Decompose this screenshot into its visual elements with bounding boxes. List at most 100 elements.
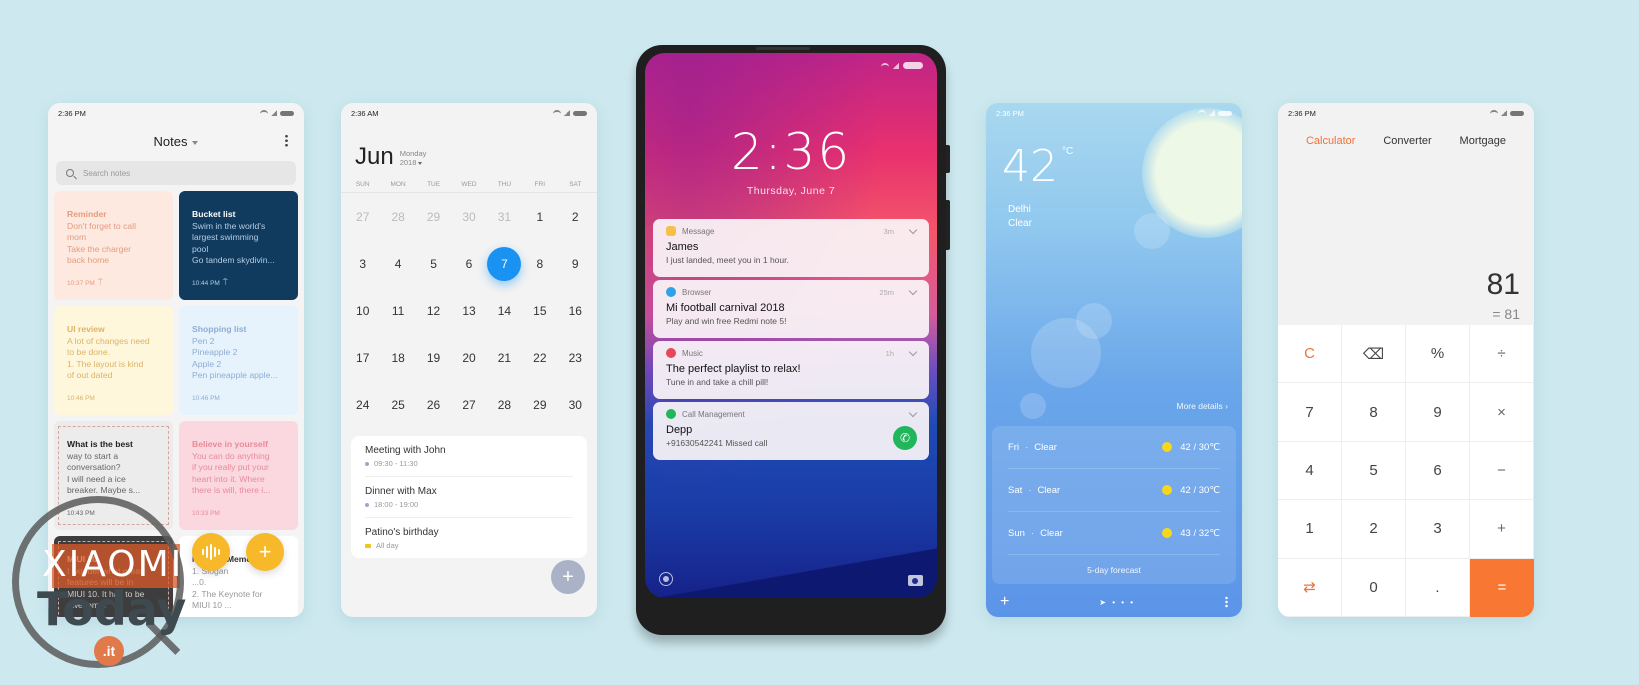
notification-card[interactable]: Call Management Depp +91630542241 Missed c… xyxy=(653,402,929,460)
key-equals[interactable]: = xyxy=(1470,558,1534,617)
calendar-day[interactable]: 30 xyxy=(558,381,593,428)
calendar-day[interactable]: 12 xyxy=(416,287,451,334)
forecast-row[interactable]: Fri · Clear 42 / 30℃ xyxy=(1008,426,1220,469)
key-percent[interactable]: % xyxy=(1406,325,1470,384)
calendar-day[interactable]: 1 xyxy=(522,193,557,240)
calendar-day[interactable]: 23 xyxy=(558,334,593,381)
day-number: 29 xyxy=(426,209,441,224)
calendar-day[interactable]: 26 xyxy=(416,381,451,428)
calendar-day[interactable]: 28 xyxy=(487,381,522,428)
key-clear[interactable]: C xyxy=(1278,325,1342,384)
call-back-button[interactable]: ✆ xyxy=(893,426,917,450)
calendar-day[interactable]: 17 xyxy=(345,334,380,381)
calendar-day[interactable]: 14 xyxy=(487,287,522,334)
calendar-day[interactable]: 20 xyxy=(451,334,486,381)
expand-chevron-icon[interactable] xyxy=(908,347,918,356)
calendar-day[interactable]: 29 xyxy=(522,381,557,428)
tab-converter[interactable]: Converter xyxy=(1383,135,1431,147)
calendar-day[interactable]: 22 xyxy=(522,334,557,381)
tab-mortgage[interactable]: Mortgage xyxy=(1460,135,1506,147)
key-subtract[interactable]: − xyxy=(1470,441,1534,501)
expand-chevron-icon[interactable] xyxy=(908,408,918,417)
calendar-day-selected[interactable]: 7 xyxy=(487,240,522,287)
calendar-day[interactable]: 4 xyxy=(380,240,415,287)
calendar-day[interactable]: 18 xyxy=(380,334,415,381)
add-event-button[interactable]: + xyxy=(551,560,585,594)
weather-app-screen: 2:36 PM 42 °C Delhi Clear More details ›… xyxy=(986,103,1242,617)
key-one[interactable]: 1 xyxy=(1278,500,1342,559)
five-day-forecast-button[interactable]: 5-day forecast xyxy=(992,555,1236,575)
camera-icon[interactable] xyxy=(908,575,923,586)
calendar-day[interactable]: 15 xyxy=(522,287,557,334)
signal-icon xyxy=(893,62,899,69)
calendar-day[interactable]: 3 xyxy=(345,240,380,287)
key-backspace[interactable]: ⌫ xyxy=(1342,325,1406,384)
key-seven[interactable]: 7 xyxy=(1278,383,1342,442)
key-four[interactable]: 4 xyxy=(1278,441,1342,501)
key-eight[interactable]: 8 xyxy=(1342,383,1406,442)
calendar-day[interactable]: 27 xyxy=(451,381,486,428)
note-card[interactable]: Believe in yourself You can do anything … xyxy=(179,421,298,530)
tab-calculator[interactable]: Calculator xyxy=(1306,135,1356,147)
key-five[interactable]: 5 xyxy=(1342,441,1406,501)
notification-card[interactable]: Browser 25m Mi football carnival 2018 Play … xyxy=(653,280,929,338)
calendar-day[interactable]: 24 xyxy=(345,381,380,428)
calendar-day[interactable]: 28 xyxy=(380,193,415,240)
note-card[interactable]: Bucket list Swim in the world's largest … xyxy=(179,191,298,300)
notification-card[interactable]: Music 1h The perfect playlist to relax! Tun… xyxy=(653,341,929,399)
calendar-day[interactable]: 25 xyxy=(380,381,415,428)
calendar-day[interactable]: 11 xyxy=(380,287,415,334)
notification-card[interactable]: Message 3m James I just landed, meet you in… xyxy=(653,219,929,277)
year-label: 2018 xyxy=(399,158,417,167)
calendar-day[interactable]: 19 xyxy=(416,334,451,381)
calendar-day[interactable]: 13 xyxy=(451,287,486,334)
event-color-dot xyxy=(365,543,371,548)
calendar-day[interactable]: 30 xyxy=(451,193,486,240)
add-city-button[interactable]: + xyxy=(1000,593,1009,611)
calendar-day[interactable]: 10 xyxy=(345,287,380,334)
year-selector[interactable]: Monday 2018 xyxy=(400,149,427,169)
note-card[interactable]: What is the best way to start a conversa… xyxy=(54,421,173,530)
calendar-day[interactable]: 5 xyxy=(416,240,451,287)
event-item[interactable]: Dinner with Max 18:00 - 19:00 xyxy=(365,477,573,518)
key-six[interactable]: 6 xyxy=(1406,441,1470,501)
event-item[interactable]: Patino's birthday All day xyxy=(365,518,573,558)
key-nine[interactable]: 9 xyxy=(1406,383,1470,442)
key-three[interactable]: 3 xyxy=(1406,500,1470,559)
battery-icon xyxy=(903,62,923,69)
more-options-icon[interactable] xyxy=(1225,596,1228,608)
note-card[interactable]: Reminder Don't forget to call mom Take t… xyxy=(54,191,173,300)
key-zero[interactable]: 0 xyxy=(1342,558,1406,617)
key-decimal[interactable]: . xyxy=(1406,558,1470,617)
more-options-icon[interactable] xyxy=(285,134,288,147)
note-card[interactable]: Shopping list Pen 2 Pineapple 2 Apple 2 … xyxy=(179,306,298,415)
calendar-day[interactable]: 9 xyxy=(558,240,593,287)
expand-chevron-icon[interactable] xyxy=(908,225,918,234)
calendar-day[interactable]: 27 xyxy=(345,193,380,240)
event-item[interactable]: Meeting with John 09:30 - 11:30 xyxy=(365,436,573,477)
key-multiply[interactable]: × xyxy=(1470,383,1534,442)
voice-note-button[interactable] xyxy=(192,533,230,571)
calendar-day[interactable]: 31 xyxy=(487,193,522,240)
add-note-button[interactable]: + xyxy=(246,533,284,571)
expand-chevron-icon[interactable] xyxy=(908,286,918,295)
note-card[interactable]: UI review A lot of changes need to be do… xyxy=(54,306,173,415)
calendar-day[interactable]: 29 xyxy=(416,193,451,240)
calendar-day[interactable]: 21 xyxy=(487,334,522,381)
calendar-day[interactable]: 8 xyxy=(522,240,557,287)
key-add[interactable]: + xyxy=(1470,500,1534,559)
notes-header: Notes xyxy=(48,123,304,159)
notes-folder-dropdown[interactable]: Notes xyxy=(154,134,199,149)
forecast-row[interactable]: Sat · Clear 42 / 30℃ xyxy=(1008,469,1220,512)
calendar-day[interactable]: 2 xyxy=(558,193,593,240)
key-two[interactable]: 2 xyxy=(1342,500,1406,559)
more-details-link[interactable]: More details › xyxy=(1177,401,1229,411)
assistant-icon[interactable] xyxy=(659,572,673,586)
calendar-day[interactable]: 16 xyxy=(558,287,593,334)
note-card[interactable]: MIUI 10 I wonder what great features wil… xyxy=(54,536,173,617)
key-toggle-mode[interactable]: ⇄ xyxy=(1278,558,1342,617)
search-input[interactable]: Search notes xyxy=(56,161,296,185)
forecast-row[interactable]: Sun · Clear 43 / 32℃ xyxy=(1008,512,1220,555)
key-divide[interactable]: ÷ xyxy=(1470,325,1534,384)
calendar-day[interactable]: 6 xyxy=(451,240,486,287)
